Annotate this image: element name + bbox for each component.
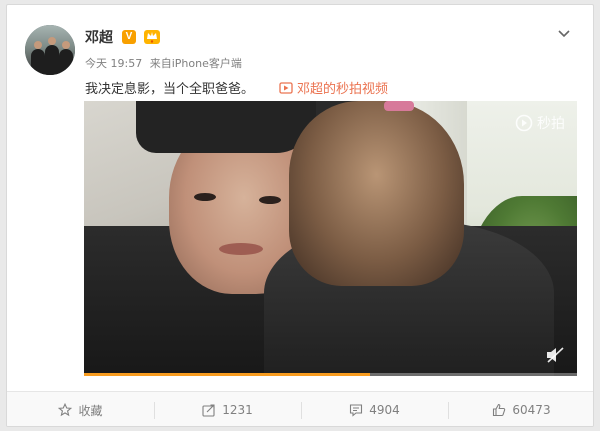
like-count: 60473 (512, 403, 551, 417)
video-link[interactable]: 邓超的秒拍视频 (279, 78, 388, 97)
thumbs-up-icon (493, 403, 506, 417)
favorite-label: 收藏 (78, 403, 103, 418)
favorite-button[interactable]: 收藏 (7, 392, 154, 426)
comment-count: 4904 (369, 403, 400, 417)
video-icon (279, 81, 293, 94)
share-icon (202, 404, 215, 417)
vip-crown-icon (144, 30, 160, 44)
chevron-down-icon[interactable] (557, 27, 571, 41)
watermark-text: 秒拍 (537, 116, 565, 132)
avatar[interactable] (25, 25, 75, 75)
video-link-label: 邓超的秒拍视频 (297, 82, 389, 97)
comment-icon (350, 404, 363, 417)
action-bar: 收藏 1231 4904 60473 (7, 391, 593, 426)
weibo-post-card: 邓超 V 今天 19:57 来自iPhone客户端 我决定息影，当个全职爸爸。 … (6, 4, 594, 427)
source-prefix: 来自 (149, 57, 172, 70)
video-progress-fill (84, 373, 370, 376)
star-icon (58, 403, 73, 417)
repost-count: 1231 (222, 403, 253, 417)
comment-button[interactable]: 4904 (301, 392, 448, 426)
verified-badge-icon: V (122, 30, 136, 44)
post-source[interactable]: iPhone客户端 (172, 57, 242, 70)
post-time[interactable]: 今天 19:57 (85, 57, 142, 70)
post-meta: 今天 19:57 来自iPhone客户端 (85, 55, 246, 71)
post-text: 我决定息影，当个全职爸爸。 (85, 82, 255, 97)
repost-button[interactable]: 1231 (154, 392, 301, 426)
mute-icon[interactable] (545, 346, 565, 364)
author-name[interactable]: 邓超 (85, 27, 113, 47)
miaopai-logo-icon (515, 114, 533, 132)
video-player[interactable]: 秒拍 (84, 101, 577, 376)
like-button[interactable]: 60473 (448, 392, 593, 426)
video-progress-bar[interactable] (84, 373, 577, 376)
video-watermark: 秒拍 (515, 113, 565, 133)
